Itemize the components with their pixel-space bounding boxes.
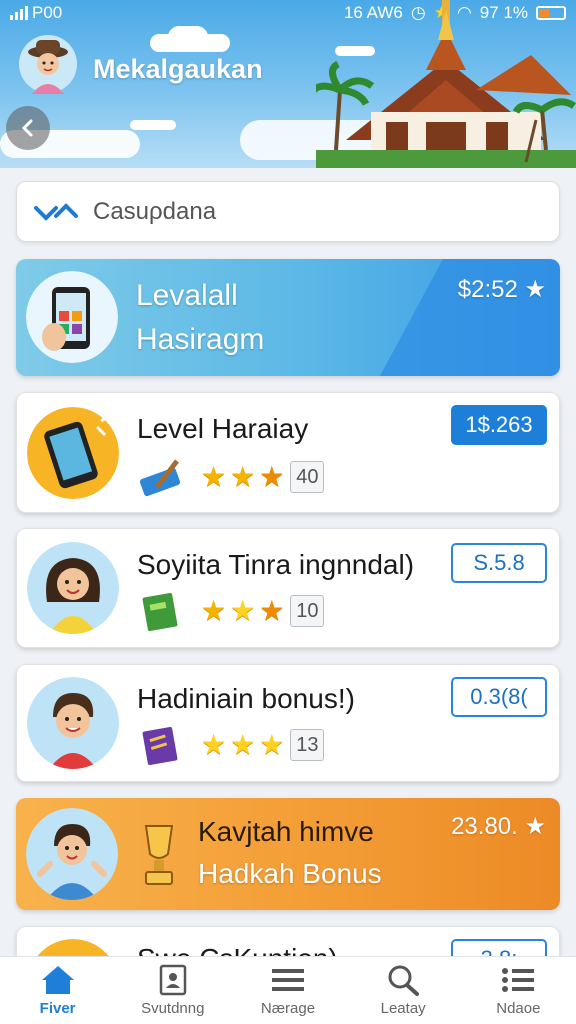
star-icon: ★: [201, 461, 227, 492]
phone-thumbnail: [27, 407, 119, 499]
nav-item-home[interactable]: Fiver: [3, 964, 113, 1017]
list-item[interactable]: Level Haraiay 1$.263 ★ ★ ★ 40: [16, 392, 560, 513]
signal-icon: [10, 6, 28, 20]
boy-avatar: [27, 677, 119, 769]
featured-title-line1: Levalall: [136, 279, 238, 312]
bottom-navigation: Fiver Svutdnng Nærage Leatay Ndaoe: [0, 956, 576, 1024]
price-badge[interactable]: 0.3(8(: [451, 677, 547, 717]
menu-icon: [271, 969, 304, 991]
nav-label: Leatay: [380, 1000, 426, 1017]
featured-price-value: $2:52: [457, 276, 518, 303]
star-icon: ★: [259, 461, 285, 492]
rating-row: ★ ★ ★ 40: [137, 457, 325, 497]
item-title: Level Haraiay: [137, 413, 309, 444]
star-icon: ★: [230, 461, 256, 492]
search-input[interactable]: Casuρdana: [93, 198, 216, 226]
rating-count: 40: [290, 461, 325, 493]
trophy-icon: [144, 825, 174, 885]
carrier-label: P00: [32, 3, 63, 22]
cloud-decoration: [168, 26, 208, 48]
cloud-decoration: [130, 120, 176, 130]
rating-count: 13: [290, 729, 325, 761]
nav-item-contact[interactable]: Svutdnng: [118, 964, 228, 1017]
book-icon: [142, 592, 178, 631]
promo-title-line2: Hadkah Bonus: [198, 858, 382, 889]
app-title: Mekalgaukan: [93, 54, 263, 84]
featured-price: $2:52 ★: [458, 275, 546, 304]
item-title: Hadiniain bonus!): [137, 683, 355, 714]
item-title: Soyiita Tinra ingnndal): [137, 549, 415, 580]
star-icon: ★: [259, 729, 285, 760]
star-icon: ★: [201, 595, 227, 626]
chevron-left-icon: [21, 119, 33, 137]
featured-card[interactable]: Levalall Hasiragm $2:52 ★: [16, 259, 560, 376]
featured-title-line2: Hasiragm: [136, 323, 265, 356]
boy-avatar: [26, 808, 118, 900]
promo-price-value: 23.80.: [451, 813, 518, 840]
price-badge[interactable]: S.5.8: [451, 543, 547, 583]
brand-logo-icon: [34, 202, 78, 221]
profile-avatar[interactable]: [18, 34, 78, 94]
star-icon: ★: [259, 595, 285, 626]
app-header: P00 16 AW6 ◷ ★ ◠ 97 1% Mekalgaukan: [0, 0, 576, 168]
list-item[interactable]: Hadiniain bonus!) 0.3(8( ★ ★ ★ 13: [16, 664, 560, 782]
nav-item-search[interactable]: Leatay: [348, 964, 458, 1017]
star-icon: ★: [230, 595, 256, 626]
promo-title-line1: Kavjtah himve: [198, 816, 374, 847]
nav-label: Ndaoe: [496, 1000, 541, 1017]
price-badge[interactable]: 1$.263: [451, 405, 547, 445]
nav-item-menu[interactable]: Nærage: [233, 964, 343, 1017]
star-icon: ★: [230, 729, 256, 760]
nav-label: Svutdnng: [141, 1000, 205, 1017]
contact-icon: [159, 964, 187, 996]
rating-row: ★ ★ ★ 13: [137, 725, 325, 765]
list-item[interactable]: Soyiita Tinra ingnndal) S.5.8 ★ ★ ★ 10: [16, 528, 560, 648]
ticket-icon: [139, 459, 181, 497]
phone-thumbnail: [26, 271, 118, 363]
home-icon: [41, 966, 74, 994]
star-icon: ★: [201, 729, 227, 760]
list-icon: [502, 968, 535, 992]
nav-item-list[interactable]: Ndaoe: [463, 964, 573, 1017]
search-icon: [388, 965, 420, 996]
star-icon: ★: [524, 813, 546, 840]
promo-price: 23.80. ★: [451, 812, 546, 841]
back-button[interactable]: [6, 106, 50, 150]
rating-count: 10: [290, 595, 325, 627]
star-icon: ★: [524, 276, 546, 303]
search-bar[interactable]: Casuρdana: [16, 181, 560, 242]
rating-row: ★ ★ ★ 10: [137, 591, 325, 631]
nav-label: Nærage: [260, 1000, 316, 1017]
bonus-promo-card[interactable]: Kavjtah himve Hadkah Bonus 23.80. ★: [16, 798, 560, 910]
nav-label: Fiver: [39, 1000, 76, 1017]
temple-illustration: [316, 0, 576, 168]
girl-avatar: [27, 542, 119, 634]
purple-book-icon: [142, 726, 178, 765]
